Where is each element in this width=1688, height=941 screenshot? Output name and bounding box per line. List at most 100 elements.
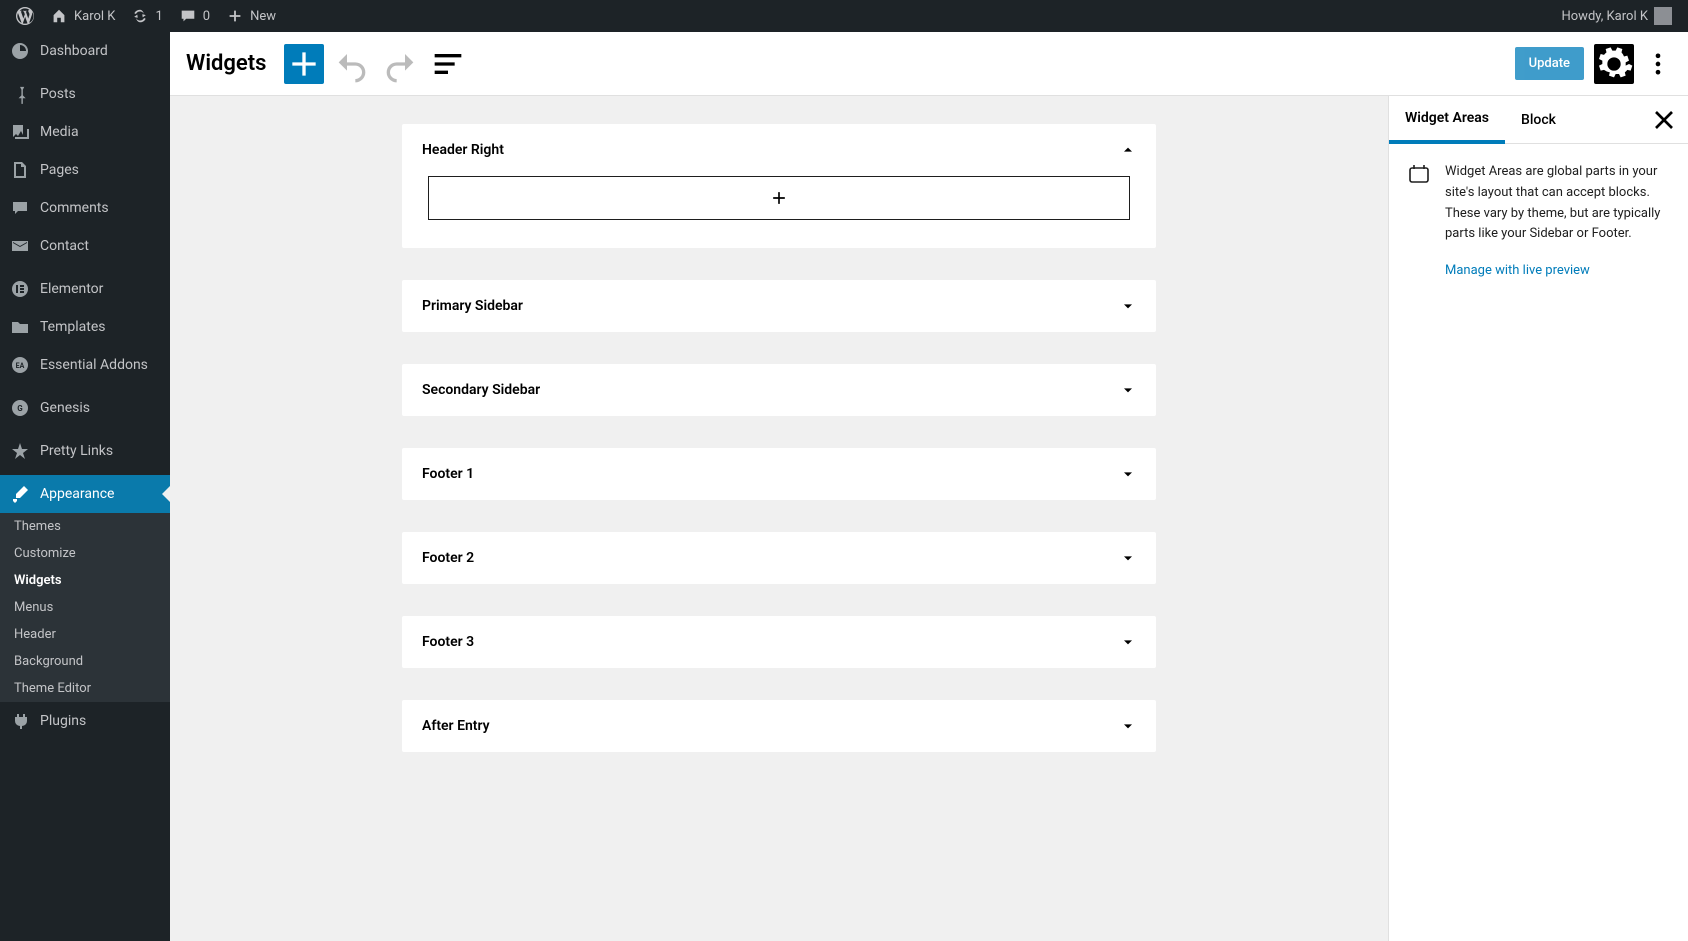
widget-area-toggle[interactable]: Secondary Sidebar [402,364,1156,416]
site-name: Karol K [74,9,115,24]
sidebar-item-genesis[interactable]: G Genesis [0,389,170,427]
widget-area-primary-sidebar: Primary Sidebar [402,280,1156,332]
site-home-link[interactable]: Karol K [42,0,123,32]
sidebar-item-label: Comments [40,200,109,216]
plus-icon [284,44,324,84]
undo-icon [332,44,372,84]
folder-icon [10,317,30,337]
sidebar-item-pretty-links[interactable]: Pretty Links [0,432,170,470]
media-icon [10,122,30,142]
sidebar-item-media[interactable]: Media [0,113,170,151]
chevron-down-icon [1120,382,1136,398]
widget-area-toggle[interactable]: Primary Sidebar [402,280,1156,332]
dots-vertical-icon [1644,44,1672,84]
avatar [1654,7,1672,25]
gear-icon [1594,44,1634,84]
sidebar-item-essential-addons[interactable]: EA Essential Addons [0,346,170,384]
widget-area-title: Footer 2 [422,550,474,566]
page-title: Widgets [186,51,266,76]
sidebar-item-label: Appearance [40,486,114,502]
sidebar-item-appearance[interactable]: Appearance [0,475,170,513]
undo-button[interactable] [332,44,372,84]
genesis-icon: G [10,398,30,418]
sidebar-item-contact[interactable]: Contact [0,227,170,265]
manage-live-preview-link[interactable]: Manage with live preview [1445,261,1590,282]
sidebar-item-elementor[interactable]: Elementor [0,270,170,308]
submenu-themes[interactable]: Themes [0,513,170,540]
chevron-up-icon [1120,142,1136,158]
sidebar-item-label: Media [40,124,79,140]
close-icon [1648,104,1680,136]
pin-icon [10,84,30,104]
tab-widget-areas[interactable]: Widget Areas [1389,96,1505,144]
svg-text:EA: EA [16,362,25,370]
redo-icon [380,44,420,84]
wordpress-logo[interactable] [8,0,42,32]
widget-areas-icon [1407,162,1431,186]
widget-area-after-entry: After Entry [402,700,1156,752]
list-view-button[interactable] [428,44,468,84]
chevron-down-icon [1120,466,1136,482]
submenu-customize[interactable]: Customize [0,540,170,567]
settings-toggle[interactable] [1594,44,1634,84]
sidebar-item-dashboard[interactable]: Dashboard [0,32,170,70]
elementor-icon [10,279,30,299]
widget-area-toggle[interactable]: After Entry [402,700,1156,752]
updates-count: 1 [155,9,162,24]
update-button[interactable]: Update [1515,47,1584,80]
submenu-menus[interactable]: Menus [0,594,170,621]
sidebar-item-pages[interactable]: Pages [0,151,170,189]
new-label: New [250,9,276,24]
redo-button[interactable] [380,44,420,84]
widget-area-toggle[interactable]: Header Right [402,124,1156,176]
dashboard-icon [10,41,30,61]
refresh-icon [131,7,149,25]
new-content-link[interactable]: New [218,0,284,32]
ea-icon: EA [10,355,30,375]
submenu-header[interactable]: Header [0,621,170,648]
sidebar-item-label: Posts [40,86,76,102]
widget-area-title: After Entry [422,718,490,734]
sidebar-item-label: Dashboard [40,43,108,59]
appearance-submenu: Themes Customize Widgets Menus Header Ba… [0,513,170,702]
user-menu[interactable]: Howdy, Karol K [1553,0,1680,32]
close-panel-button[interactable] [1648,104,1680,136]
widget-area-footer-1: Footer 1 [402,448,1156,500]
submenu-widgets[interactable]: Widgets [0,567,170,594]
widget-area-title: Secondary Sidebar [422,382,540,398]
submenu-background[interactable]: Background [0,648,170,675]
sidebar-item-posts[interactable]: Posts [0,75,170,113]
sidebar-item-templates[interactable]: Templates [0,308,170,346]
add-block-toggle[interactable] [284,44,324,84]
widget-area-toggle[interactable]: Footer 3 [402,616,1156,668]
widget-area-toggle[interactable]: Footer 2 [402,532,1156,584]
comments-link[interactable]: 0 [171,0,218,32]
chevron-down-icon [1120,298,1136,314]
svg-text:G: G [17,404,23,413]
sidebar-item-label: Essential Addons [40,357,148,373]
sidebar-item-plugins[interactable]: Plugins [0,702,170,740]
widget-area-title: Footer 1 [422,466,474,482]
star-icon [10,441,30,461]
widget-area-title: Footer 3 [422,634,474,650]
widgets-canvas: Header Right Primary Sidebar [170,96,1388,941]
settings-sidebar: Widget Areas Block Widget Areas are glob… [1388,96,1688,941]
sidebar-item-label: Plugins [40,713,86,729]
widget-area-title: Primary Sidebar [422,298,523,314]
add-block-button[interactable] [428,176,1130,220]
submenu-theme-editor[interactable]: Theme Editor [0,675,170,702]
plus-icon [226,7,244,25]
plus-icon [769,188,789,208]
admin-bar: Karol K 1 0 New Howdy, Karol K [0,0,1688,32]
widget-area-toggle[interactable]: Footer 1 [402,448,1156,500]
comments-icon [10,198,30,218]
tab-block[interactable]: Block [1505,98,1572,142]
mail-icon [10,236,30,256]
panel-description: Widget Areas are global parts in your si… [1445,162,1670,245]
updates-link[interactable]: 1 [123,0,170,32]
wordpress-icon [16,7,34,25]
chevron-down-icon [1120,718,1136,734]
sidebar-item-label: Elementor [40,281,103,297]
sidebar-item-comments[interactable]: Comments [0,189,170,227]
more-options-button[interactable] [1644,44,1672,84]
